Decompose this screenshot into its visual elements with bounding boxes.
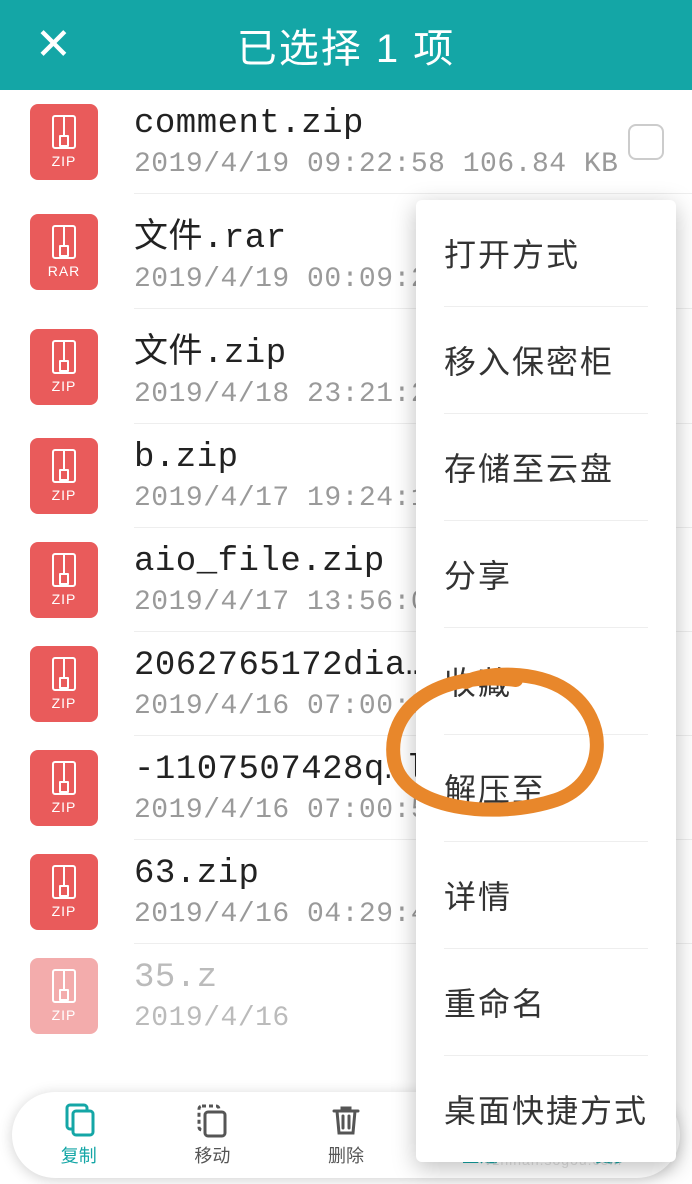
menu-open-with[interactable]: 打开方式: [444, 200, 648, 307]
trash-icon: [328, 1102, 364, 1138]
zip-icon: ZIP: [30, 750, 98, 826]
zip-icon: ZIP: [30, 329, 98, 405]
menu-rename[interactable]: 重命名: [444, 949, 648, 1056]
file-name: comment.zip: [134, 105, 628, 143]
menu-details[interactable]: 详情: [444, 842, 648, 949]
delete-button[interactable]: 删除: [328, 1102, 364, 1168]
close-icon[interactable]: ✕: [35, 23, 72, 67]
zip-icon: ZIP: [30, 438, 98, 514]
checkbox[interactable]: [628, 124, 664, 160]
list-item[interactable]: ZIP comment.zip 2019/4/19 09:22:58 106.8…: [0, 90, 692, 194]
zip-icon: ZIP: [30, 854, 98, 930]
copy-button[interactable]: 复制: [61, 1102, 97, 1168]
menu-extract-to[interactable]: 解压至: [444, 735, 648, 842]
menu-share[interactable]: 分享: [444, 521, 648, 628]
zip-icon: ZIP: [30, 542, 98, 618]
menu-save-cloud[interactable]: 存储至云盘: [444, 414, 648, 521]
context-menu: 打开方式 移入保密柜 存储至云盘 分享 收藏 解压至 详情 重命名 桌面快捷方式: [416, 200, 676, 1162]
copy-icon: [61, 1102, 97, 1138]
menu-shortcut[interactable]: 桌面快捷方式: [444, 1056, 648, 1162]
menu-move-to-vault[interactable]: 移入保密柜: [444, 307, 648, 414]
move-button[interactable]: 移动: [194, 1102, 230, 1168]
header-title: 已选择 1 项: [0, 16, 692, 74]
zip-icon: ZIP: [30, 646, 98, 722]
zip-icon: ZIP: [30, 958, 98, 1034]
header: ✕ 已选择 1 项: [0, 0, 692, 90]
move-icon: [194, 1102, 230, 1138]
move-label: 移动: [194, 1142, 230, 1168]
file-meta: 2019/4/19 09:22:58 106.84 KB: [134, 149, 628, 180]
delete-label: 删除: [328, 1142, 364, 1168]
copy-label: 复制: [61, 1142, 97, 1168]
menu-favorite[interactable]: 收藏: [444, 628, 648, 735]
zip-icon: ZIP: [30, 104, 98, 180]
rar-icon: RAR: [30, 214, 98, 290]
